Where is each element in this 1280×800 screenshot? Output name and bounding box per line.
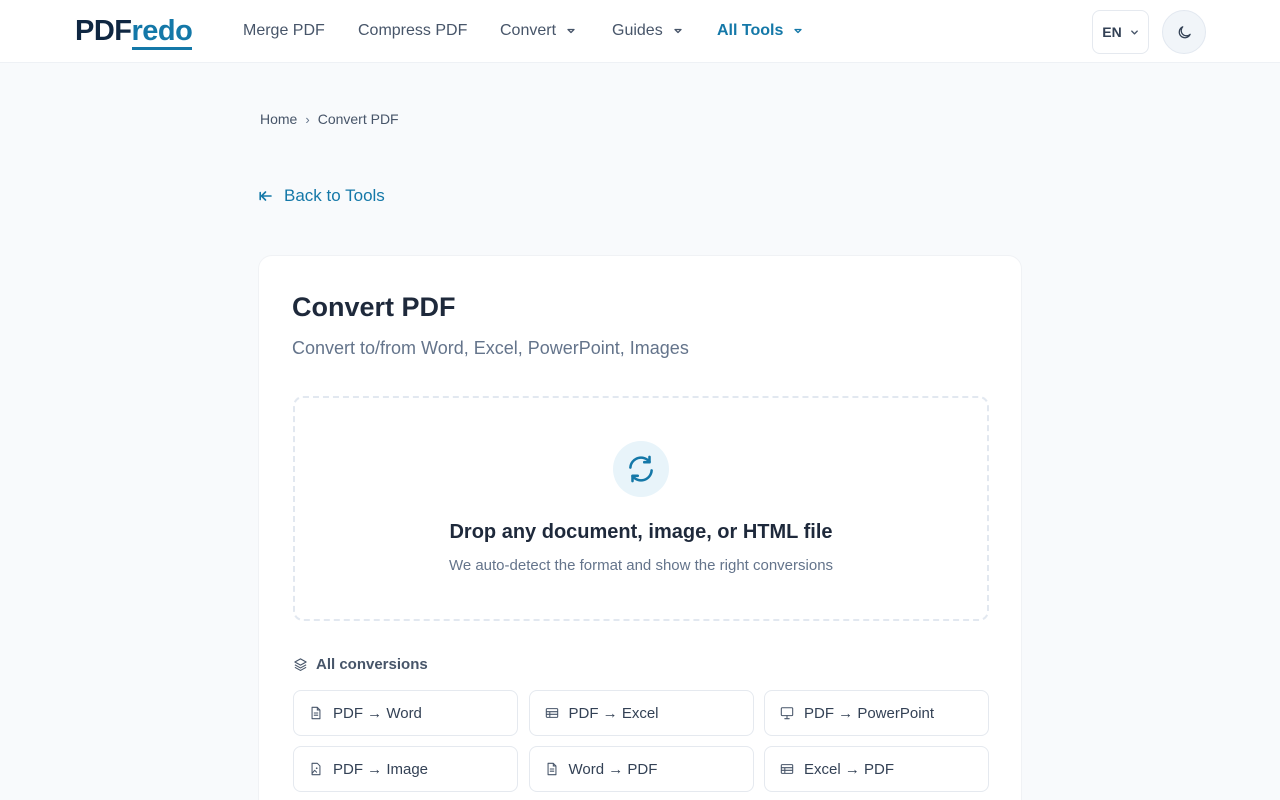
- top-navbar: PDFredo Merge PDF Compress PDF Convert G…: [0, 0, 1280, 63]
- theme-toggle-button[interactable]: [1162, 10, 1206, 54]
- conversions-heading: All conversions: [293, 656, 428, 673]
- breadcrumb-separator: ›: [305, 111, 310, 127]
- chevron-down-icon: [567, 28, 575, 34]
- file-dropzone[interactable]: Drop any document, image, or HTML file W…: [293, 396, 989, 621]
- spreadsheet-icon: [780, 764, 794, 774]
- conversion-pdf-to-excel[interactable]: PDF → Excel: [528, 690, 754, 736]
- chevron-down-icon: [1130, 29, 1138, 35]
- document-icon: [311, 706, 321, 720]
- conversion-label: PDF → Excel: [568, 704, 659, 722]
- breadcrumb: Home › Convert PDF: [260, 111, 399, 127]
- layers-icon: [294, 658, 307, 671]
- back-to-tools-link[interactable]: Back to Tools: [258, 186, 385, 206]
- language-label: EN: [1102, 24, 1122, 40]
- chevron-down-icon: [674, 28, 682, 34]
- nav-label: Guides: [612, 22, 663, 39]
- nav-label: All Tools: [717, 22, 784, 39]
- logo-part-pdf: PDF: [75, 15, 132, 47]
- conversion-label: PDF → Word: [333, 704, 422, 722]
- breadcrumb-home[interactable]: Home: [260, 111, 297, 127]
- arrow-left-icon: [259, 191, 272, 201]
- conversions-heading-label: All conversions: [316, 656, 428, 673]
- convert-card: Convert PDF Convert to/from Word, Excel,…: [258, 255, 1022, 800]
- image-file-icon: [311, 762, 321, 776]
- logo[interactable]: PDFredo: [75, 14, 193, 50]
- page-subtitle: Convert to/from Word, Excel, PowerPoint,…: [292, 338, 689, 358]
- nav-convert[interactable]: Convert: [500, 20, 576, 42]
- conversion-label: PDF → Image: [333, 760, 429, 778]
- presentation-icon: [780, 707, 794, 720]
- conversion-label: Excel → PDF: [804, 760, 895, 778]
- nav-label: Compress PDF: [358, 22, 468, 39]
- conversion-label: PDF → PowerPoint: [804, 704, 935, 722]
- nav-all-tools[interactable]: All Tools: [717, 20, 803, 42]
- document-icon: [547, 762, 556, 776]
- conversion-label: Word → PDF: [568, 760, 658, 778]
- language-selector[interactable]: EN: [1092, 10, 1149, 54]
- nav-label: Convert: [500, 22, 557, 39]
- conversion-excel-to-pdf[interactable]: Excel → PDF: [764, 746, 989, 792]
- dropzone-title: Drop any document, image, or HTML file: [449, 521, 833, 543]
- conversion-pdf-to-word[interactable]: PDF → Word: [293, 690, 518, 736]
- page-title: Convert PDF: [292, 292, 456, 322]
- refresh-icon: [629, 455, 653, 483]
- moon-icon: [1178, 25, 1191, 38]
- conversion-pdf-to-image[interactable]: PDF → Image: [293, 746, 518, 792]
- dropzone-subtitle: We auto-detect the format and show the r…: [448, 557, 834, 574]
- nav-compress-pdf[interactable]: Compress PDF: [358, 20, 467, 42]
- conversions-grid: PDF → Word PDF → Excel PDF → PowerPoint …: [293, 690, 989, 792]
- nav-guides[interactable]: Guides: [612, 20, 683, 42]
- nav-merge-pdf[interactable]: Merge PDF: [243, 20, 325, 42]
- spreadsheet-icon: [545, 708, 558, 718]
- dropzone-icon-badge: [613, 441, 669, 497]
- logo-part-redo: redo: [131, 15, 193, 50]
- nav-label: Merge PDF: [243, 22, 325, 39]
- breadcrumb-current: Convert PDF: [317, 111, 399, 127]
- conversion-word-to-pdf[interactable]: Word → PDF: [528, 746, 754, 792]
- chevron-down-icon: [794, 28, 803, 34]
- conversion-pdf-to-powerpoint[interactable]: PDF → PowerPoint: [764, 690, 989, 736]
- back-link-label: Back to Tools: [284, 186, 385, 205]
